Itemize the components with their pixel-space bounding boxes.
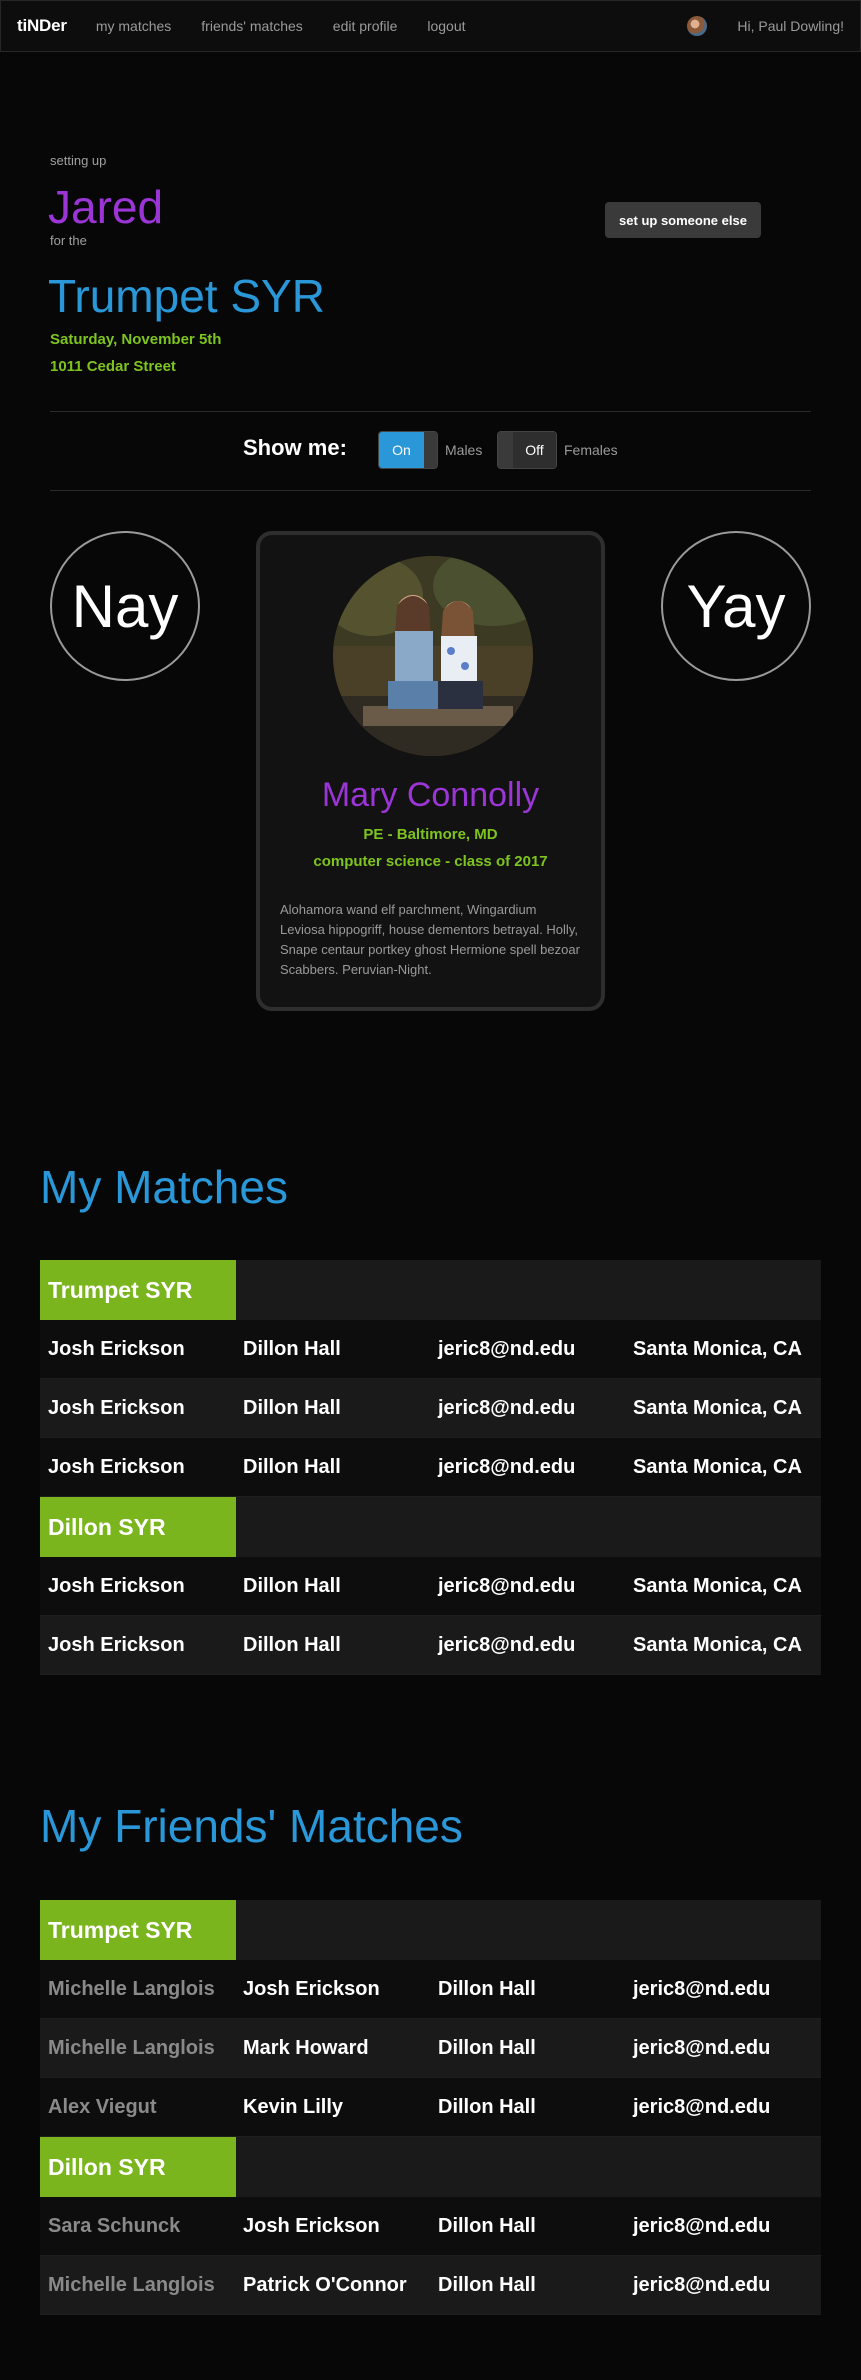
show-me-label: Show me:	[243, 435, 347, 460]
table-row[interactable]: Josh Erickson Dillon Hall jeric8@nd.edu …	[40, 1557, 821, 1616]
nav-user: Hi, Paul Dowling!	[687, 16, 844, 36]
cell-name: Josh Erickson	[48, 1574, 185, 1597]
group-header: Dillon SYR	[40, 2137, 821, 2197]
nay-button[interactable]: Nay	[50, 531, 200, 681]
divider	[50, 490, 811, 491]
cell-dorm: Dillon Hall	[243, 1455, 341, 1478]
my-matches-table: Trumpet SYR Josh Erickson Dillon Hall je…	[40, 1260, 821, 1675]
table-row[interactable]: Sara Schunck Josh Erickson Dillon Hall j…	[40, 2197, 821, 2256]
setup-someone-else-button[interactable]: set up someone else	[605, 202, 761, 238]
cell-name: Josh Erickson	[48, 1337, 185, 1360]
table-row[interactable]: Josh Erickson Dillon Hall jeric8@nd.edu …	[40, 1616, 821, 1675]
cell-email[interactable]: jeric8@nd.edu	[430, 1397, 625, 1420]
cell-dorm: Dillon Hall	[438, 2214, 536, 2237]
females-toggle-off: Off	[513, 432, 556, 468]
cell-email[interactable]: jeric8@nd.edu	[625, 2215, 820, 2238]
setup-person-name: Jared	[48, 181, 164, 233]
cell-hometown: Santa Monica, CA	[633, 1337, 802, 1360]
table-row[interactable]: Josh Erickson Dillon Hall jeric8@nd.edu …	[40, 1320, 821, 1379]
friends-matches-title: My Friends' Matches	[40, 1800, 463, 1852]
for-the-label: for the	[50, 233, 87, 248]
females-toggle[interactable]: Off	[497, 431, 557, 469]
cell-name: Josh Erickson	[243, 2214, 380, 2237]
event-name: Trumpet SYR	[48, 270, 325, 322]
cell-dorm: Dillon Hall	[438, 2273, 536, 2296]
event-date: Saturday, November 5th	[50, 331, 222, 348]
profile-photo-image	[333, 556, 533, 756]
divider	[50, 411, 811, 412]
cell-hometown: Santa Monica, CA	[633, 1396, 802, 1419]
cell-name: Kevin Lilly	[243, 2095, 344, 2118]
cell-friend: Sara Schunck	[48, 2214, 181, 2237]
cell-dorm: Dillon Hall	[243, 1337, 341, 1360]
profile-card: Mary Connolly PE - Baltimore, MD compute…	[256, 531, 605, 1011]
males-toggle[interactable]: On	[378, 431, 438, 469]
males-toggle-on: On	[379, 432, 424, 468]
table-row[interactable]: Michelle Langlois Josh Erickson Dillon H…	[40, 1960, 821, 2019]
cell-hometown: Santa Monica, CA	[633, 1574, 802, 1597]
nav-link-logout[interactable]: logout	[427, 18, 465, 34]
cell-hometown: Santa Monica, CA	[633, 1633, 802, 1656]
table-row[interactable]: Michelle Langlois Patrick O'Connor Dillo…	[40, 2256, 821, 2315]
setup-intro: setting up	[50, 153, 107, 168]
toggle-knob	[424, 432, 437, 468]
yay-button[interactable]: Yay	[661, 531, 811, 681]
cell-friend: Michelle Langlois	[48, 2036, 215, 2059]
cell-email[interactable]: jeric8@nd.edu	[625, 2096, 820, 2119]
cell-friend: Michelle Langlois	[48, 2273, 215, 2296]
match-location: PE - Baltimore, MD	[363, 826, 498, 843]
cell-email[interactable]: jeric8@nd.edu	[625, 2274, 820, 2297]
cell-name: Josh Erickson	[48, 1396, 185, 1419]
group-name: Dillon SYR	[40, 2137, 236, 2197]
cell-email[interactable]: jeric8@nd.edu	[625, 1978, 820, 2001]
toggle-knob	[498, 432, 513, 468]
males-label: Males	[445, 442, 483, 458]
match-major: computer science - class of 2017	[313, 853, 548, 870]
nav-link-edit-profile[interactable]: edit profile	[333, 18, 398, 34]
nav-link-my-matches[interactable]: my matches	[96, 18, 171, 34]
cell-name: Josh Erickson	[48, 1455, 185, 1478]
cell-email[interactable]: jeric8@nd.edu	[430, 1634, 625, 1657]
group-name: Trumpet SYR	[40, 1260, 236, 1320]
event-location: 1011 Cedar Street	[50, 358, 176, 375]
match-name: Mary Connolly	[321, 776, 540, 814]
cell-email[interactable]: jeric8@nd.edu	[430, 1338, 625, 1361]
cell-email[interactable]: jeric8@nd.edu	[625, 2037, 820, 2060]
user-greeting: Hi, Paul Dowling!	[737, 18, 844, 34]
table-row[interactable]: Michelle Langlois Mark Howard Dillon Hal…	[40, 2019, 821, 2078]
group-name: Dillon SYR	[40, 1497, 236, 1557]
cell-dorm: Dillon Hall	[243, 1396, 341, 1419]
table-row[interactable]: Alex Viegut Kevin Lilly Dillon Hall jeri…	[40, 2078, 821, 2137]
cell-friend: Alex Viegut	[48, 2095, 157, 2118]
cell-dorm: Dillon Hall	[438, 1977, 536, 2000]
brand-logo[interactable]: tiNDer	[17, 16, 67, 36]
cell-dorm: Dillon Hall	[243, 1633, 341, 1656]
navbar: tiNDer my matches friends' matches edit …	[0, 0, 861, 52]
avatar[interactable]	[687, 16, 708, 36]
cell-dorm: Dillon Hall	[438, 2036, 536, 2059]
cell-friend: Michelle Langlois	[48, 1977, 215, 2000]
cell-dorm: Dillon Hall	[438, 2095, 536, 2118]
cell-name: Josh Erickson	[243, 1977, 380, 2000]
group-header: Trumpet SYR	[40, 1900, 821, 1960]
cell-name: Patrick O'Connor	[243, 2273, 407, 2296]
group-header: Dillon SYR	[40, 1497, 821, 1557]
group-header: Trumpet SYR	[40, 1260, 821, 1320]
cell-email[interactable]: jeric8@nd.edu	[430, 1575, 625, 1598]
table-row[interactable]: Josh Erickson Dillon Hall jeric8@nd.edu …	[40, 1438, 821, 1497]
cell-dorm: Dillon Hall	[243, 1574, 341, 1597]
friends-matches-table: Trumpet SYR Michelle Langlois Josh Erick…	[40, 1900, 821, 2315]
group-name: Trumpet SYR	[40, 1900, 236, 1960]
nav-link-friends-matches[interactable]: friends' matches	[201, 18, 303, 34]
table-row[interactable]: Josh Erickson Dillon Hall jeric8@nd.edu …	[40, 1379, 821, 1438]
match-bio: Alohamora wand elf parchment, Wingardium…	[280, 902, 580, 977]
profile-photo	[333, 556, 533, 756]
cell-name: Mark Howard	[243, 2036, 369, 2059]
females-label: Females	[564, 442, 618, 458]
cell-hometown: Santa Monica, CA	[633, 1455, 802, 1478]
my-matches-title: My Matches	[40, 1161, 288, 1213]
cell-email[interactable]: jeric8@nd.edu	[430, 1456, 625, 1479]
cell-name: Josh Erickson	[48, 1633, 185, 1656]
